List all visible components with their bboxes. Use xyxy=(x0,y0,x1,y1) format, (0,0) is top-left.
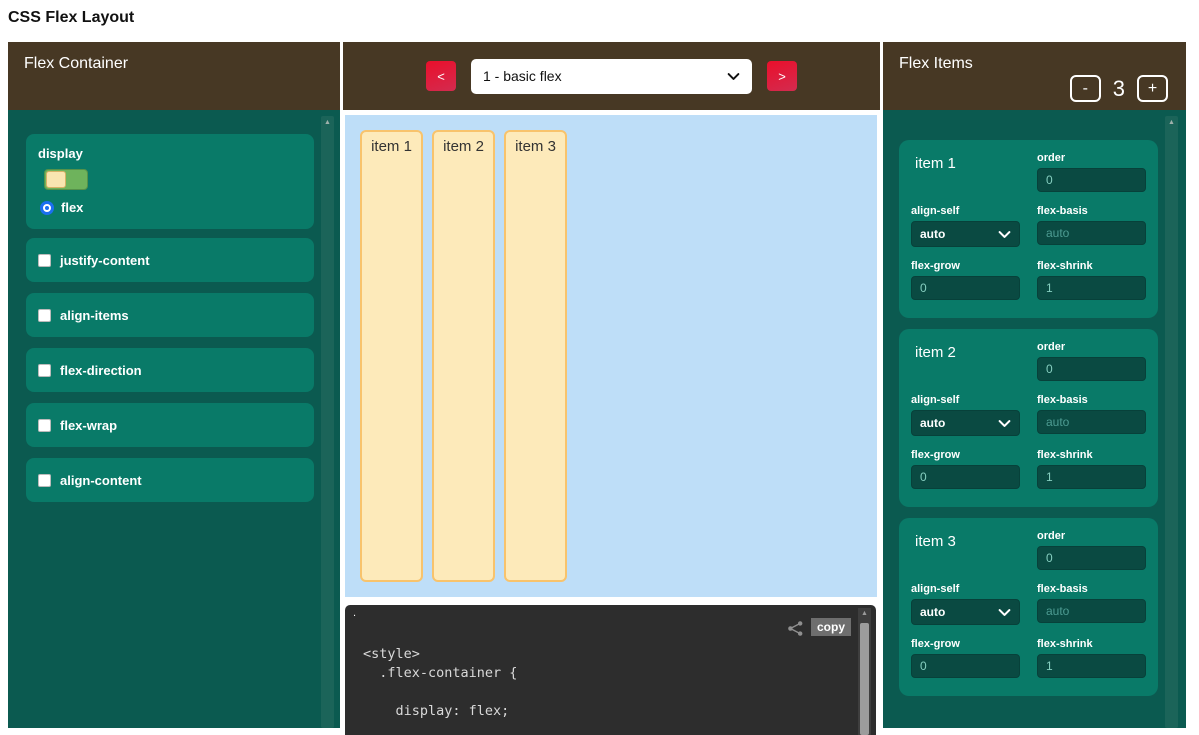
flex-direction-label: flex-direction xyxy=(60,363,142,378)
chevron-down-icon xyxy=(998,417,1011,430)
scroll-up-icon[interactable]: ▲ xyxy=(858,608,871,617)
flex-container-header: Flex Container xyxy=(8,42,340,110)
code-scrollbar[interactable]: ▲ xyxy=(858,608,871,735)
align-items-checkbox[interactable] xyxy=(38,309,51,322)
remove-item-button[interactable]: - xyxy=(1070,75,1101,102)
align-self-select[interactable]: auto xyxy=(911,599,1020,625)
order-label: order xyxy=(1037,341,1146,353)
item-card-2: item 2 order 0 align-self auto xyxy=(899,329,1158,507)
justify-content-label: justify-content xyxy=(60,253,150,268)
next-example-button[interactable]: > xyxy=(767,61,797,91)
align-content-label: align-content xyxy=(60,473,142,488)
right-panel-scrollbar[interactable]: ▲ xyxy=(1165,116,1178,728)
flex-shrink-label: flex-shrink xyxy=(1037,449,1146,461)
item-card-3: item 3 order 0 align-self auto xyxy=(899,518,1158,696)
order-label: order xyxy=(1037,530,1146,542)
display-label: display xyxy=(38,146,302,161)
flex-direction-checkbox[interactable] xyxy=(38,364,51,377)
flex-radio-label: flex xyxy=(61,200,83,215)
flex-basis-input[interactable]: auto xyxy=(1037,599,1146,623)
flex-basis-label: flex-basis xyxy=(1037,205,1146,217)
share-icon[interactable] xyxy=(787,620,804,637)
item-card-title: item 2 xyxy=(911,341,1020,381)
code-scrollbar-thumb[interactable] xyxy=(860,623,869,735)
flex-items-header: Flex Items - 3 + xyxy=(883,42,1186,110)
flex-shrink-input[interactable]: 1 xyxy=(1037,654,1146,678)
align-self-select[interactable]: auto xyxy=(911,410,1020,436)
example-select-value: 1 - basic flex xyxy=(483,68,562,84)
flex-basis-label: flex-basis xyxy=(1037,583,1146,595)
align-self-label: align-self xyxy=(911,394,1020,406)
code-bullet: . xyxy=(353,607,356,619)
flex-grow-label: flex-grow xyxy=(911,449,1020,461)
justify-content-checkbox[interactable] xyxy=(38,254,51,267)
flex-shrink-input[interactable]: 1 xyxy=(1037,276,1146,300)
prop-card-justify-content: justify-content xyxy=(26,238,314,282)
example-navigation-bar: < 1 - basic flex > xyxy=(343,42,880,110)
flex-items-title: Flex Items xyxy=(899,55,973,72)
order-input[interactable]: 0 xyxy=(1037,357,1146,381)
item-card-1: item 1 order 0 align-self auto xyxy=(899,140,1158,318)
flex-shrink-label: flex-shrink xyxy=(1037,260,1146,272)
flex-grow-input[interactable]: 0 xyxy=(911,654,1020,678)
align-self-label: align-self xyxy=(911,205,1020,217)
add-item-button[interactable]: + xyxy=(1137,75,1168,102)
item-card-title: item 3 xyxy=(911,530,1020,570)
flex-container-panel: Flex Container display flex justify-cont… xyxy=(8,42,340,728)
scroll-up-icon[interactable]: ▲ xyxy=(1165,116,1178,126)
preview-item-1: item 1 xyxy=(360,130,423,582)
preview-item-3: item 3 xyxy=(504,130,567,582)
item-count: 3 xyxy=(1113,76,1125,102)
order-label: order xyxy=(1037,152,1146,164)
example-select[interactable]: 1 - basic flex xyxy=(471,59,752,94)
scroll-up-icon[interactable]: ▲ xyxy=(321,116,334,126)
order-input[interactable]: 0 xyxy=(1037,546,1146,570)
chevron-down-icon xyxy=(998,606,1011,619)
align-content-checkbox[interactable] xyxy=(38,474,51,487)
copy-button[interactable]: copy xyxy=(811,618,851,636)
flex-wrap-label: flex-wrap xyxy=(60,418,117,433)
chevron-down-icon xyxy=(727,70,740,83)
prop-card-flex-direction: flex-direction xyxy=(26,348,314,392)
flex-basis-input[interactable]: auto xyxy=(1037,221,1146,245)
flex-grow-input[interactable]: 0 xyxy=(911,276,1020,300)
align-self-label: align-self xyxy=(911,583,1020,595)
align-items-label: align-items xyxy=(60,308,129,323)
flex-radio[interactable] xyxy=(40,201,54,215)
page-title: CSS Flex Layout xyxy=(8,9,134,27)
prop-card-align-content: align-content xyxy=(26,458,314,502)
toggle-knob xyxy=(46,171,66,188)
prop-card-flex-wrap: flex-wrap xyxy=(26,403,314,447)
item-card-title: item 1 xyxy=(911,152,1020,192)
flex-shrink-input[interactable]: 1 xyxy=(1037,465,1146,489)
flex-basis-input[interactable]: auto xyxy=(1037,410,1146,434)
flex-shrink-label: flex-shrink xyxy=(1037,638,1146,650)
flex-items-panel: Flex Items - 3 + item 1 order 0 align-se… xyxy=(883,42,1186,728)
flex-items-body: item 1 order 0 align-self auto xyxy=(883,110,1186,728)
flex-grow-input[interactable]: 0 xyxy=(911,465,1020,489)
preview-item-2: item 2 xyxy=(432,130,495,582)
display-toggle[interactable] xyxy=(44,169,88,190)
flex-wrap-checkbox[interactable] xyxy=(38,419,51,432)
code-text: <style> .flex-container { display: flex; xyxy=(363,645,517,721)
display-card: display flex xyxy=(26,134,314,229)
flex-grow-label: flex-grow xyxy=(911,260,1020,272)
prop-card-align-items: align-items xyxy=(26,293,314,337)
item-count-controls: - 3 + xyxy=(1070,75,1168,102)
preview-column: < 1 - basic flex > item 1 item 2 item 3 … xyxy=(343,42,880,735)
order-input[interactable]: 0 xyxy=(1037,168,1146,192)
flex-basis-label: flex-basis xyxy=(1037,394,1146,406)
chevron-down-icon xyxy=(998,228,1011,241)
left-panel-scrollbar[interactable]: ▲ xyxy=(321,116,334,728)
flex-container-body: display flex justify-content align-items… xyxy=(8,110,340,728)
flex-grow-label: flex-grow xyxy=(911,638,1020,650)
flex-preview-container: item 1 item 2 item 3 xyxy=(345,115,877,597)
flex-container-title: Flex Container xyxy=(24,55,128,72)
prev-example-button[interactable]: < xyxy=(426,61,456,91)
align-self-select[interactable]: auto xyxy=(911,221,1020,247)
code-block: . copy <style> .flex-container { display… xyxy=(345,605,876,735)
